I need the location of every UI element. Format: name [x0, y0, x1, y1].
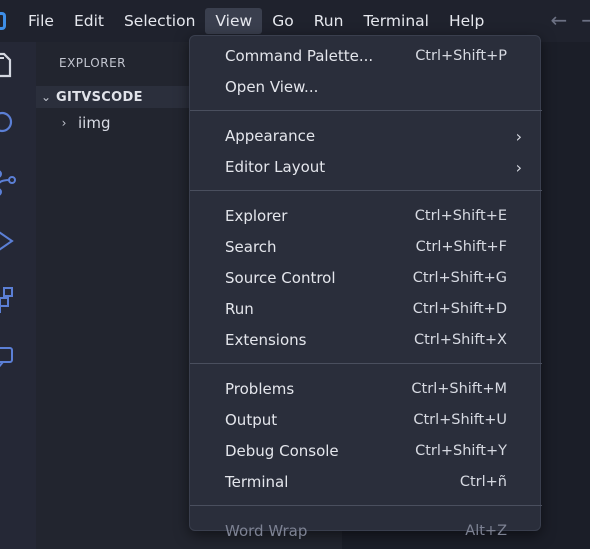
menu-item-shortcut: Ctrl+Shift+Y — [415, 443, 507, 459]
menu-bar: File Edit Selection View Go Run Terminal… — [18, 8, 494, 34]
sidebar-title: EXPLORER — [59, 56, 126, 70]
run-debug-icon[interactable] — [0, 226, 18, 256]
menu-separator — [190, 190, 542, 191]
menu-item-shortcut: Ctrl+Shift+D — [412, 301, 507, 317]
menu-item-label: Word Wrap — [225, 522, 308, 540]
chevron-right-icon: › — [61, 116, 67, 130]
menu-item-open-view[interactable]: Open View... — [190, 73, 542, 101]
menu-item-shortcut: Ctrl+ñ — [459, 474, 507, 490]
menu-go[interactable]: Go — [262, 8, 304, 34]
menu-item-command-palette[interactable]: Command Palette... Ctrl+Shift+P — [190, 42, 542, 70]
menu-item-extensions[interactable]: Extensions Ctrl+Shift+X — [190, 326, 542, 354]
menu-item-shortcut: Ctrl+Shift+G — [412, 270, 507, 286]
chevron-right-icon: › — [515, 157, 522, 177]
menu-item-label: Extensions — [225, 331, 307, 349]
menu-item-explorer[interactable]: Explorer Ctrl+Shift+E — [190, 202, 542, 230]
chevron-down-icon: ⌄ — [40, 90, 52, 104]
menu-item-appearance[interactable]: Appearance › — [190, 122, 542, 150]
menu-item-debug-console[interactable]: Debug Console Ctrl+Shift+Y — [190, 437, 542, 465]
view-menu-dropdown: Command Palette... Ctrl+Shift+P Open View.… — [189, 35, 542, 540]
menu-item-shortcut: Ctrl+Shift+E — [414, 208, 507, 224]
menu-item-label: Open View... — [225, 78, 319, 96]
menu-item-shortcut: Ctrl+Shift+M — [411, 381, 507, 397]
workspace-folder-name: GITVSCODE — [56, 89, 143, 105]
menu-help[interactable]: Help — [439, 8, 494, 34]
menu-item-shortcut: Ctrl+Shift+F — [415, 239, 507, 255]
menu-item-shortcut: Ctrl+Shift+X — [414, 332, 507, 348]
activity-bar — [0, 42, 36, 549]
menu-item-shortcut: Alt+Z — [465, 523, 507, 539]
folder-item-label: iimg — [78, 114, 111, 132]
chevron-right-icon: › — [515, 126, 522, 146]
menu-separator — [190, 505, 542, 506]
menu-selection[interactable]: Selection — [114, 8, 205, 34]
menu-item-label: Source Control — [225, 269, 336, 287]
vscode-logo-icon — [0, 12, 6, 30]
menu-item-label: Editor Layout — [225, 158, 326, 176]
menu-run[interactable]: Run — [304, 8, 354, 34]
folder-item-iimg[interactable]: › iimg — [54, 112, 111, 134]
menu-item-output[interactable]: Output Ctrl+Shift+U — [190, 406, 542, 434]
source-control-icon[interactable] — [0, 168, 18, 198]
menu-item-label: Appearance — [225, 127, 316, 145]
menu-item-editor-layout[interactable]: Editor Layout › — [190, 153, 542, 181]
menu-item-search[interactable]: Search Ctrl+Shift+F — [190, 233, 542, 261]
menu-edit[interactable]: Edit — [64, 8, 114, 34]
menu-item-label: Command Palette... — [225, 47, 374, 65]
menu-separator — [190, 110, 542, 111]
menu-item-source-control[interactable]: Source Control Ctrl+Shift+G — [190, 264, 542, 292]
menu-item-label: Run — [225, 300, 254, 318]
menu-item-word-wrap: Word Wrap Alt+Z — [190, 517, 542, 545]
navigation-arrows: ← → — [550, 9, 590, 31]
remote-chat-icon[interactable] — [0, 342, 18, 372]
menu-item-run[interactable]: Run Ctrl+Shift+D — [190, 295, 542, 323]
menu-view[interactable]: View — [205, 8, 263, 34]
search-icon[interactable] — [0, 108, 18, 138]
menu-item-problems[interactable]: Problems Ctrl+Shift+M — [190, 375, 542, 403]
explorer-files-icon[interactable] — [0, 50, 18, 80]
menu-item-label: Problems — [225, 380, 295, 398]
extensions-icon[interactable] — [0, 284, 18, 314]
menu-item-label: Search — [225, 238, 277, 256]
menu-item-label: Output — [225, 411, 278, 429]
forward-arrow-icon[interactable]: → — [581, 9, 590, 31]
menu-item-label: Terminal — [225, 473, 289, 491]
menu-item-shortcut: Ctrl+Shift+P — [415, 48, 507, 64]
menu-item-shortcut: Ctrl+Shift+U — [413, 412, 507, 428]
menu-separator — [190, 363, 542, 364]
menu-item-label: Debug Console — [225, 442, 339, 460]
menu-file[interactable]: File — [18, 8, 64, 34]
menu-terminal[interactable]: Terminal — [353, 8, 439, 34]
menu-item-label: Explorer — [225, 207, 288, 225]
back-arrow-icon[interactable]: ← — [550, 9, 567, 31]
menu-item-terminal[interactable]: Terminal Ctrl+ñ — [190, 468, 542, 496]
